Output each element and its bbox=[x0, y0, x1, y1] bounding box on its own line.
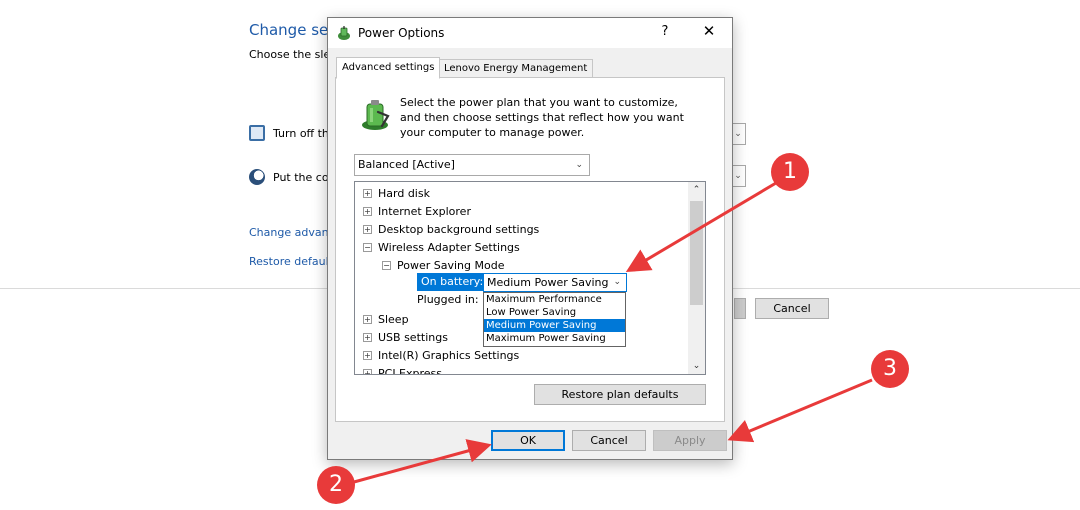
apply-button[interactable]: Apply bbox=[653, 430, 727, 451]
chevron-down-icon: ⌄ bbox=[613, 277, 621, 287]
tree-scrollbar[interactable]: ⌃ ⌄ bbox=[688, 182, 705, 374]
scrollbar-thumb[interactable] bbox=[690, 201, 703, 305]
title-bar[interactable]: Power Options ? ✕ bbox=[328, 18, 732, 48]
display-setting-row: Turn off th bbox=[249, 125, 329, 141]
dropdown-option-selected[interactable]: Medium Power Saving bbox=[484, 319, 625, 332]
plugged-in-label[interactable]: Plugged in: bbox=[417, 293, 479, 306]
tree-item-power-saving-mode[interactable]: − Power Saving Mode bbox=[382, 257, 504, 273]
advanced-settings-panel: Select the power plan that you want to c… bbox=[335, 77, 725, 422]
monitor-clock-icon bbox=[249, 125, 265, 141]
expand-icon[interactable]: + bbox=[363, 224, 372, 234]
expand-icon[interactable]: + bbox=[363, 314, 372, 324]
on-battery-value: Medium Power Saving bbox=[487, 276, 609, 289]
restore-defaults-link[interactable]: Restore default bbox=[249, 255, 333, 268]
power-options-dialog: Power Options ? ✕ Advanced settings Leno… bbox=[327, 17, 733, 460]
tree-item-hard-disk[interactable]: + Hard disk bbox=[363, 185, 430, 201]
help-button[interactable]: ? bbox=[658, 24, 672, 39]
chevron-down-icon: ⌄ bbox=[575, 160, 583, 170]
page-title: Change set bbox=[249, 21, 335, 39]
tree-item-label: Sleep bbox=[378, 312, 409, 326]
expand-icon[interactable]: + bbox=[363, 332, 372, 342]
dropdown-option[interactable]: Maximum Power Saving bbox=[484, 332, 625, 345]
expand-icon[interactable]: + bbox=[363, 350, 372, 360]
scroll-down-icon[interactable]: ⌄ bbox=[688, 359, 705, 373]
expand-icon[interactable]: + bbox=[363, 368, 372, 374]
annotation-badge-1: 1 bbox=[771, 153, 809, 191]
tree-item-pci-express[interactable]: + PCI Express bbox=[363, 365, 443, 375]
dialog-title: Power Options bbox=[358, 26, 445, 40]
tree-item-label: USB settings bbox=[378, 330, 448, 344]
power-options-icon bbox=[338, 26, 350, 40]
on-battery-label[interactable]: On battery: bbox=[417, 273, 488, 291]
close-button[interactable]: ✕ bbox=[701, 22, 717, 40]
tab-lenovo-energy-management[interactable]: Lenovo Energy Management bbox=[438, 59, 594, 78]
power-plan-value: Balanced [Active] bbox=[358, 158, 455, 171]
tree-item-label: Hard disk bbox=[378, 186, 430, 200]
dropdown-option[interactable]: Low Power Saving bbox=[484, 306, 625, 319]
collapse-icon[interactable]: − bbox=[363, 242, 372, 252]
tree-item-intel-graphics[interactable]: + Intel(R) Graphics Settings bbox=[363, 347, 519, 363]
annotation-badge-3: 3 bbox=[871, 350, 909, 388]
plan-description: Select the power plan that you want to c… bbox=[400, 96, 684, 139]
battery-plug-icon bbox=[362, 100, 390, 130]
sleep-setting-row: Put the co bbox=[249, 169, 329, 185]
arrow-to-apply bbox=[727, 378, 873, 443]
power-plan-select[interactable]: Balanced [Active] ⌄ bbox=[354, 154, 590, 176]
annotation-badge-2: 2 bbox=[317, 466, 355, 504]
tree-item-label: Power Saving Mode bbox=[397, 258, 505, 272]
tree-item-label: Desktop background settings bbox=[378, 222, 540, 236]
tree-item-internet-explorer[interactable]: + Internet Explorer bbox=[363, 203, 471, 219]
tree-item-label: PCI Express bbox=[378, 366, 443, 375]
ok-button[interactable]: OK bbox=[491, 430, 565, 451]
dropdown-option[interactable]: Maximum Performance bbox=[484, 293, 625, 306]
change-advanced-link[interactable]: Change advanc bbox=[249, 226, 335, 239]
tab-advanced-settings[interactable]: Advanced settings bbox=[336, 57, 441, 79]
power-saving-dropdown[interactable]: Maximum Performance Low Power Saving Med… bbox=[483, 292, 626, 347]
on-battery-select[interactable]: Medium Power Saving ⌄ bbox=[483, 273, 627, 292]
background-cancel-button[interactable]: Cancel bbox=[755, 298, 829, 319]
expand-icon[interactable]: + bbox=[363, 188, 372, 198]
scroll-up-icon[interactable]: ⌃ bbox=[688, 183, 705, 197]
sleep-setting-label: Put the co bbox=[273, 170, 329, 184]
tree-item-sleep[interactable]: + Sleep bbox=[363, 311, 409, 327]
tree-item-label: Internet Explorer bbox=[378, 204, 471, 218]
expand-icon[interactable]: + bbox=[363, 206, 372, 216]
tree-item-label: Intel(R) Graphics Settings bbox=[378, 348, 520, 362]
moon-icon bbox=[249, 169, 265, 185]
save-changes-button[interactable] bbox=[734, 298, 746, 319]
restore-plan-defaults-button[interactable]: Restore plan defaults bbox=[534, 384, 706, 405]
tree-item-usb-settings[interactable]: + USB settings bbox=[363, 329, 448, 345]
page-subtitle: Choose the sle bbox=[249, 48, 331, 61]
display-setting-label: Turn off th bbox=[273, 126, 329, 140]
tree-item-wireless-adapter[interactable]: − Wireless Adapter Settings bbox=[363, 239, 520, 255]
tree-item-desktop-background[interactable]: + Desktop background settings bbox=[363, 221, 539, 237]
settings-tree[interactable]: + Hard disk + Internet Explorer + Desktop b… bbox=[354, 181, 706, 375]
tree-item-label: Wireless Adapter Settings bbox=[378, 240, 520, 254]
cancel-button[interactable]: Cancel bbox=[572, 430, 646, 451]
collapse-icon[interactable]: − bbox=[382, 260, 391, 270]
